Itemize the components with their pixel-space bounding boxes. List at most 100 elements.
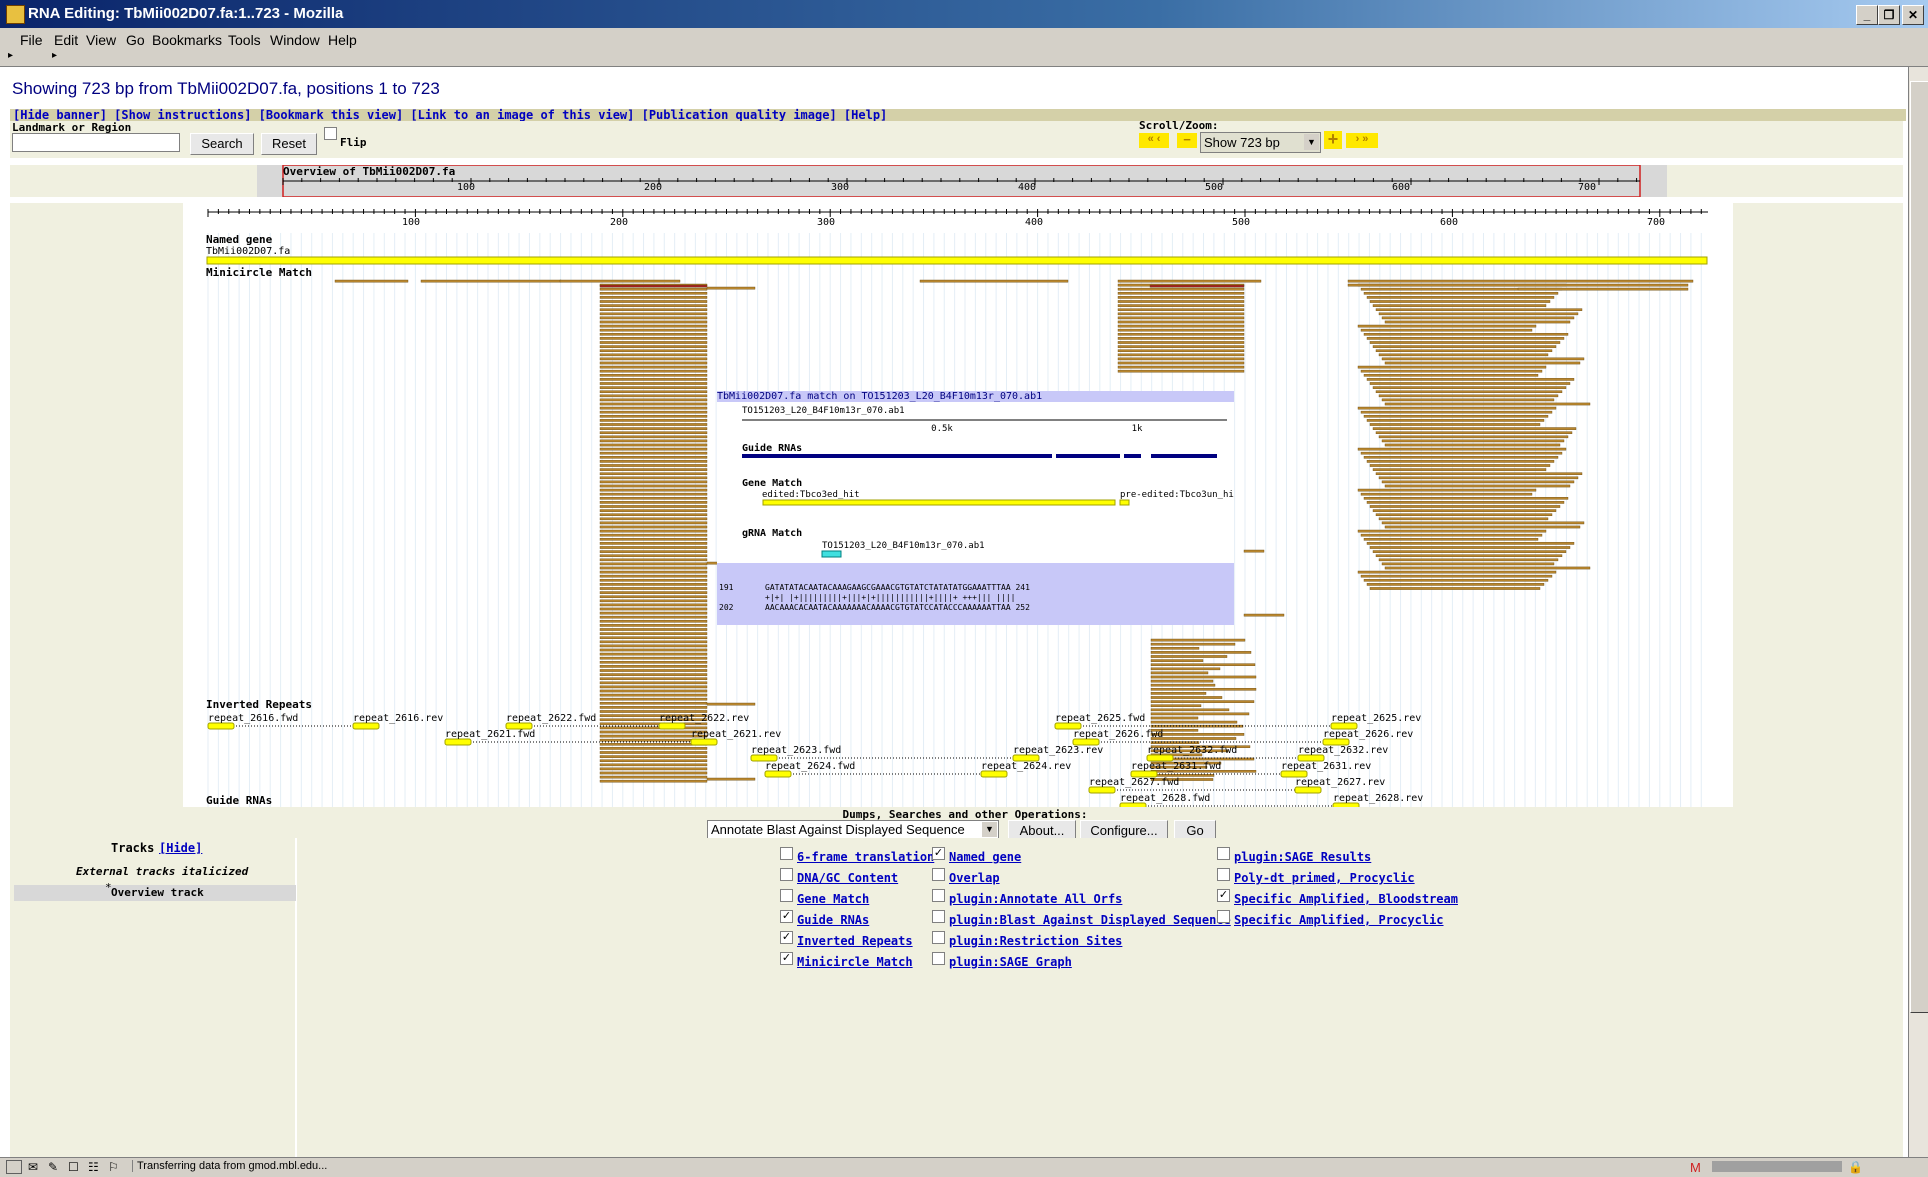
minicircle-match[interactable] bbox=[599, 706, 708, 709]
track-option-link[interactable]: Inverted Repeats bbox=[797, 934, 913, 948]
scrollbar-thumb[interactable] bbox=[1910, 81, 1928, 1013]
minicircle-match[interactable] bbox=[1117, 279, 1262, 283]
minicircle-match[interactable] bbox=[1381, 439, 1565, 443]
minicircle-match[interactable] bbox=[1381, 398, 1555, 402]
minicircle-match[interactable] bbox=[599, 640, 708, 644]
edited-feature[interactable] bbox=[762, 499, 1116, 506]
minicircle-match[interactable] bbox=[599, 369, 708, 373]
minicircle-match[interactable] bbox=[1375, 513, 1553, 517]
minicircle-match[interactable] bbox=[1363, 414, 1549, 418]
track-option-link[interactable]: Guide RNAs bbox=[797, 913, 869, 927]
minicircle-match[interactable] bbox=[599, 669, 708, 672]
track-checkbox[interactable]: ✓ bbox=[780, 931, 793, 944]
minicircle-match[interactable] bbox=[599, 624, 708, 627]
minicircle-match[interactable] bbox=[599, 316, 708, 320]
minicircle-match[interactable] bbox=[1117, 320, 1245, 324]
minicircle-match[interactable] bbox=[599, 468, 708, 471]
minicircle-match[interactable] bbox=[599, 599, 708, 603]
minicircle-match[interactable] bbox=[1117, 353, 1245, 357]
minicircle-match[interactable] bbox=[599, 414, 708, 418]
minicircle-match[interactable] bbox=[1357, 447, 1567, 451]
minicircle-match[interactable] bbox=[1372, 345, 1557, 348]
minicircle-match[interactable] bbox=[599, 767, 708, 771]
minicircle-match[interactable] bbox=[1381, 480, 1575, 484]
minicircle-match[interactable] bbox=[599, 390, 708, 394]
minicircle-match[interactable] bbox=[1378, 312, 1579, 316]
minicircle-match[interactable] bbox=[334, 279, 409, 283]
minicircle-match[interactable] bbox=[1375, 308, 1583, 311]
landmark-input[interactable] bbox=[12, 133, 180, 152]
minicircle-match[interactable] bbox=[599, 451, 708, 455]
operations-select[interactable]: Annotate Blast Against Displayed Sequenc… bbox=[707, 820, 999, 840]
minicircle-match[interactable] bbox=[599, 300, 708, 303]
minicircle-match[interactable] bbox=[599, 287, 708, 291]
minimize-button[interactable]: _ bbox=[1856, 5, 1878, 25]
mail-notification-icon[interactable]: M bbox=[1690, 1160, 1701, 1175]
minicircle-match[interactable] bbox=[1363, 291, 1559, 295]
minicircle-match[interactable] bbox=[599, 386, 708, 389]
minicircle-match[interactable] bbox=[1117, 324, 1245, 328]
minicircle-match[interactable] bbox=[1117, 300, 1245, 303]
minicircle-match[interactable] bbox=[599, 771, 708, 775]
minicircle-match[interactable] bbox=[1117, 369, 1245, 373]
track-checkbox[interactable] bbox=[1217, 910, 1230, 923]
minicircle-match[interactable] bbox=[1357, 570, 1557, 574]
minicircle-match[interactable] bbox=[599, 591, 708, 594]
minicircle-match[interactable] bbox=[1243, 549, 1265, 553]
flip-checkbox[interactable] bbox=[324, 127, 337, 140]
track-option-link[interactable]: plugin:SAGE Graph bbox=[949, 955, 1072, 969]
minicircle-match[interactable] bbox=[599, 644, 708, 648]
minicircle-match[interactable] bbox=[599, 402, 708, 406]
status-icon[interactable] bbox=[6, 1160, 22, 1174]
minicircle-match[interactable] bbox=[1363, 332, 1569, 336]
minicircle-match[interactable] bbox=[599, 615, 708, 619]
minicircle-match[interactable] bbox=[599, 570, 708, 574]
minicircle-match[interactable] bbox=[599, 472, 708, 476]
minicircle-match[interactable] bbox=[599, 296, 708, 299]
minicircle-match[interactable] bbox=[599, 312, 708, 316]
minicircle-match[interactable] bbox=[420, 279, 562, 283]
minicircle-match[interactable] bbox=[1366, 501, 1565, 504]
minicircle-match[interactable] bbox=[1357, 406, 1557, 410]
tracks-hide-link[interactable]: [Hide] bbox=[159, 841, 202, 855]
minicircle-match[interactable] bbox=[1517, 287, 1689, 291]
minicircle-match[interactable] bbox=[1384, 443, 1561, 447]
minicircle-match[interactable] bbox=[1117, 332, 1245, 336]
help-link[interactable]: [Help] bbox=[844, 108, 887, 122]
grna-feature[interactable] bbox=[821, 550, 842, 558]
minicircle-match[interactable] bbox=[1381, 316, 1575, 320]
minicircle-match[interactable] bbox=[599, 702, 708, 705]
minicircle-match[interactable] bbox=[1372, 509, 1557, 512]
minicircle-match[interactable] bbox=[599, 685, 708, 689]
minicircle-match[interactable] bbox=[1375, 390, 1563, 394]
minicircle-match[interactable] bbox=[1363, 373, 1539, 377]
minicircle-match[interactable] bbox=[1150, 671, 1209, 675]
minicircle-match[interactable] bbox=[599, 538, 708, 541]
minicircle-match[interactable] bbox=[599, 533, 708, 537]
minicircle-match[interactable] bbox=[599, 755, 708, 758]
minicircle-match[interactable] bbox=[599, 447, 708, 451]
menu-window[interactable]: Window bbox=[270, 32, 320, 48]
minicircle-match[interactable] bbox=[599, 423, 708, 426]
minicircle-match[interactable] bbox=[599, 574, 708, 578]
minicircle-match[interactable] bbox=[1360, 492, 1533, 496]
menu-view[interactable]: View bbox=[86, 32, 116, 48]
minicircle-match[interactable] bbox=[1117, 291, 1245, 295]
minicircle-match[interactable] bbox=[599, 439, 708, 443]
scroll-right-icon[interactable]: › » bbox=[1346, 133, 1378, 148]
minicircle-match[interactable] bbox=[1150, 651, 1252, 654]
minicircle-match[interactable] bbox=[1360, 451, 1563, 455]
show-instructions-link[interactable]: [Show instructions] bbox=[114, 108, 251, 122]
minicircle-match[interactable] bbox=[599, 501, 708, 504]
minicircle-match[interactable] bbox=[1117, 287, 1245, 291]
minicircle-match[interactable] bbox=[1372, 550, 1567, 553]
minicircle-match[interactable] bbox=[1378, 353, 1549, 357]
minicircle-match[interactable] bbox=[1150, 663, 1256, 667]
restore-button[interactable]: ❐ bbox=[1878, 5, 1900, 25]
minicircle-match-highlight[interactable] bbox=[1149, 284, 1245, 288]
minicircle-match[interactable] bbox=[599, 656, 708, 660]
minicircle-match[interactable] bbox=[599, 632, 708, 635]
minicircle-match[interactable] bbox=[599, 566, 708, 570]
minicircle-match[interactable] bbox=[599, 435, 708, 439]
minicircle-match[interactable] bbox=[1150, 737, 1237, 740]
